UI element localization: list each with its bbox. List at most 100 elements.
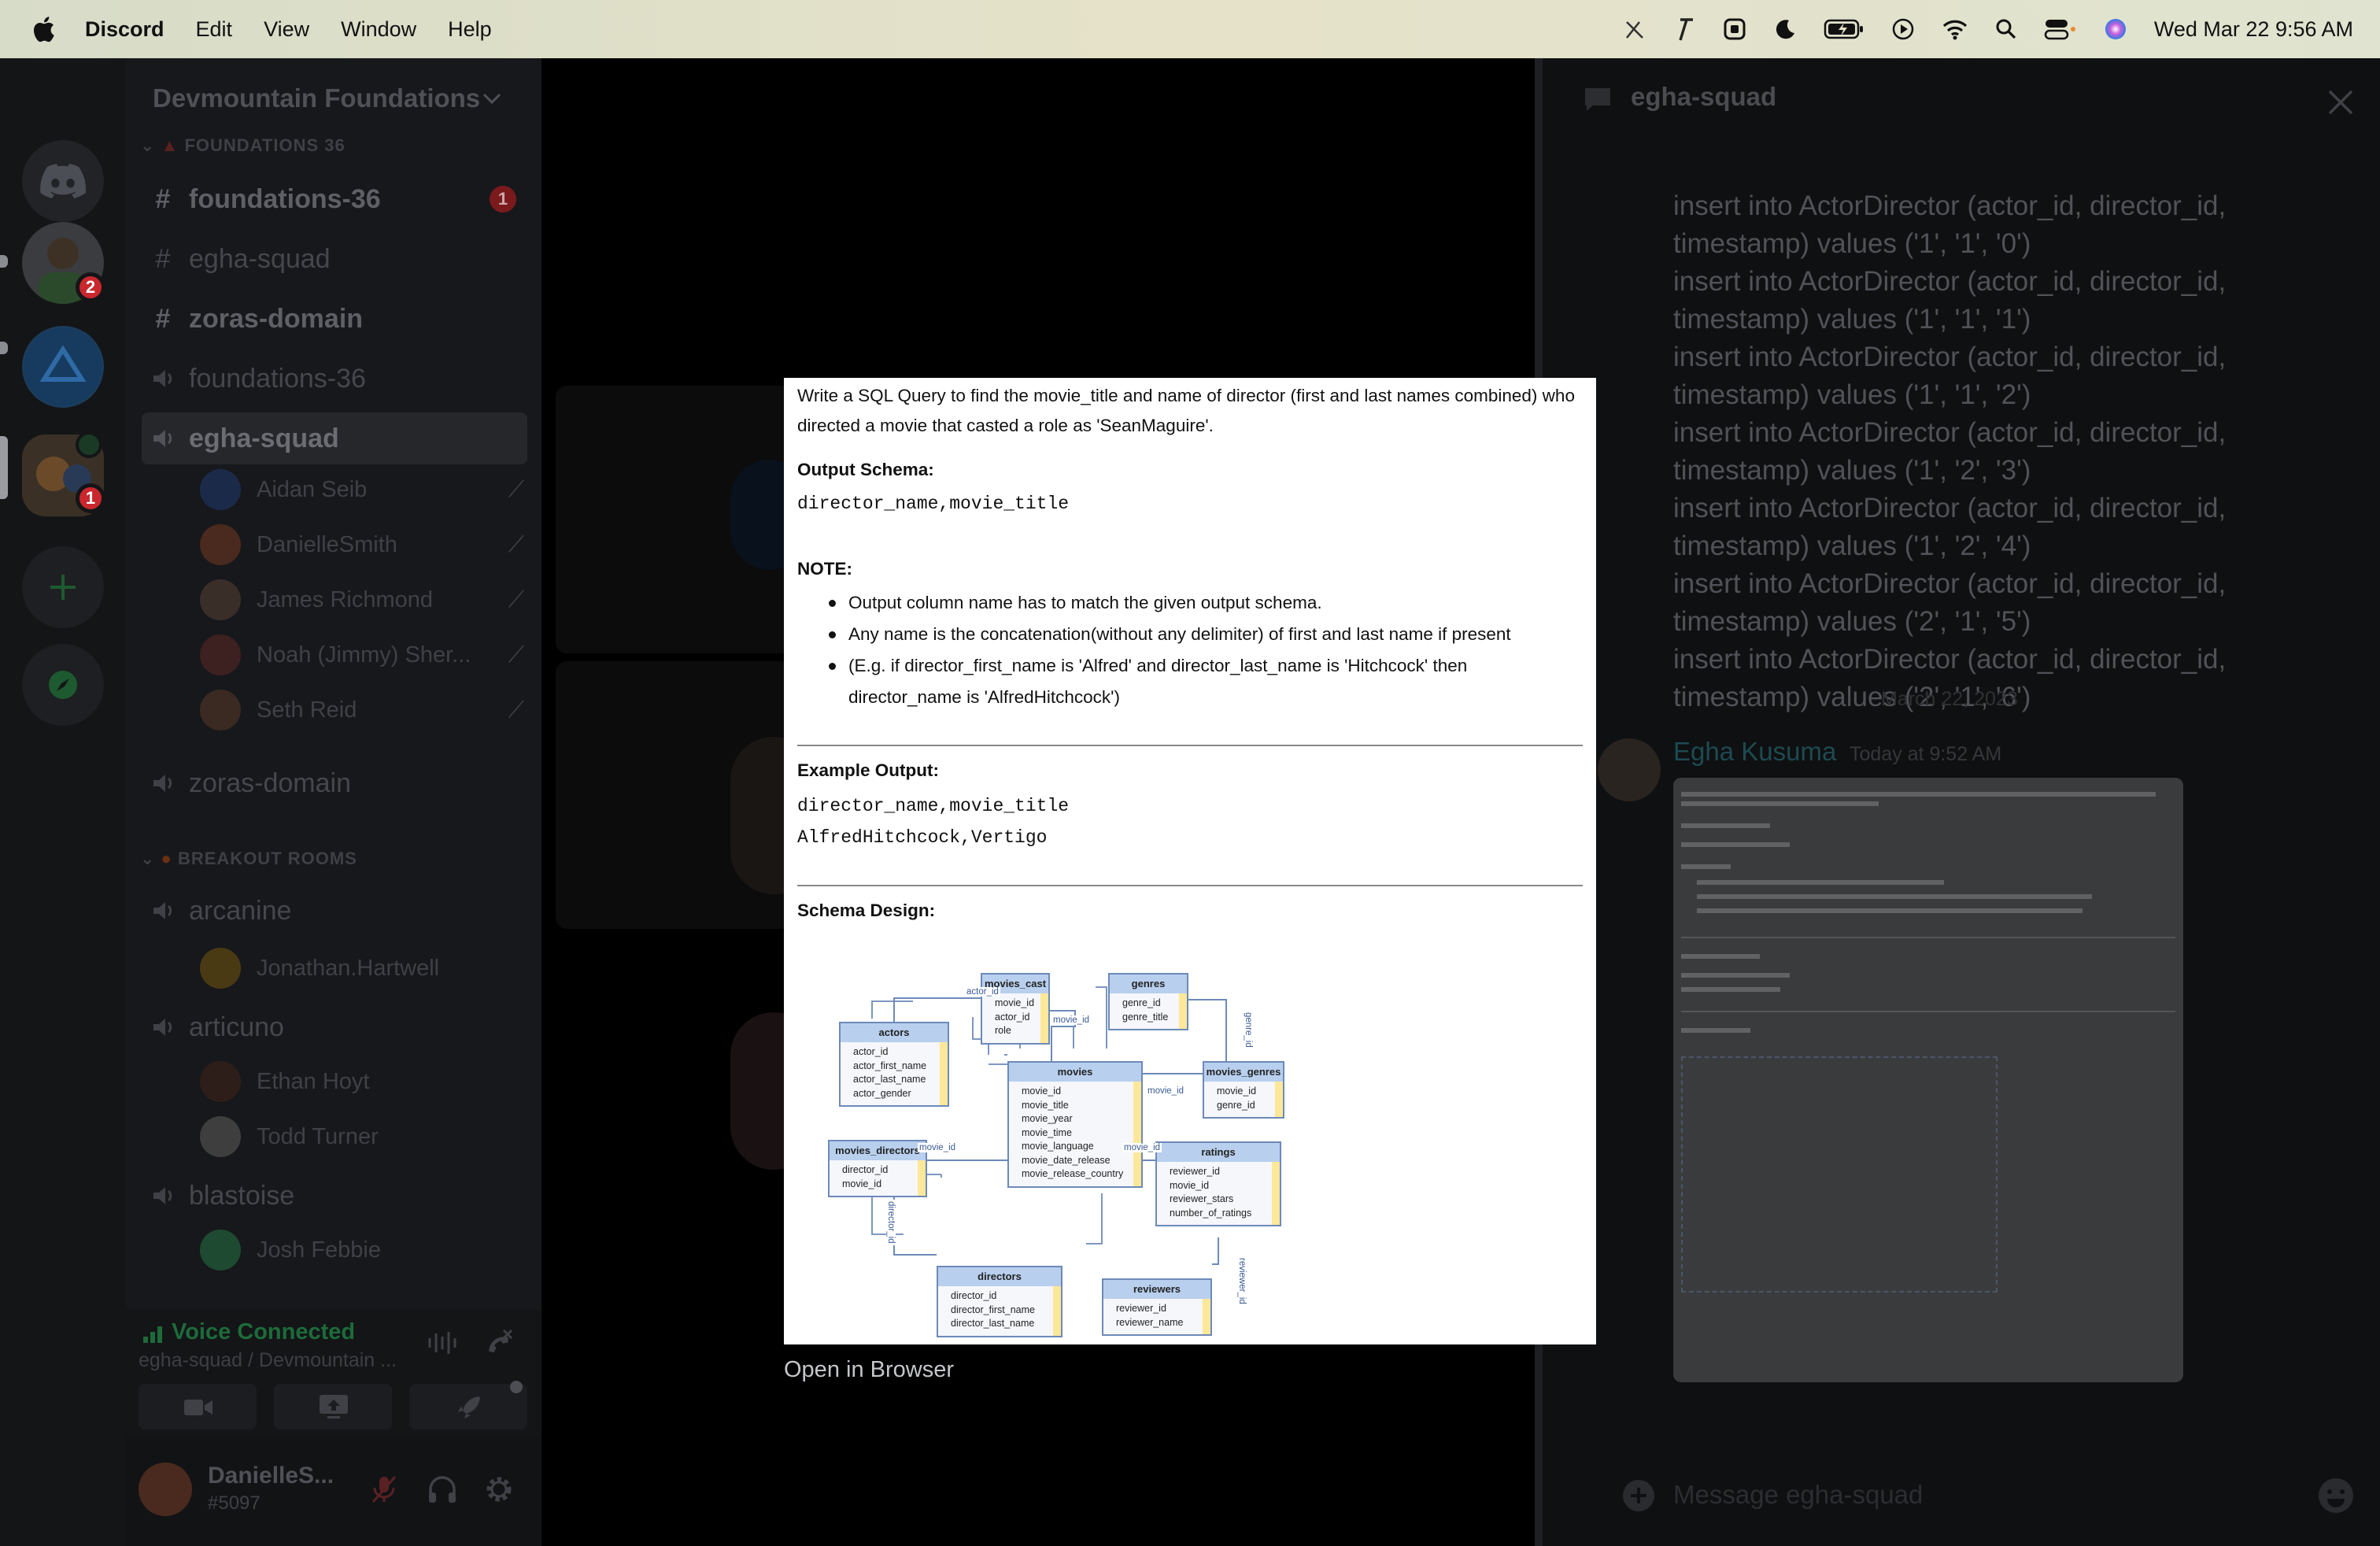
category-foundations[interactable]: ⌄ ▲ FOUNDATIONS 36 — [140, 135, 346, 156]
schema-table-title: directors — [938, 1267, 1061, 1286]
settings-gear-icon[interactable] — [483, 1474, 515, 1505]
schema-field: director_id — [842, 1164, 889, 1175]
voice-user[interactable]: Todd Turner — [200, 1113, 530, 1160]
speaker-icon — [142, 427, 184, 449]
hash-icon: # — [155, 243, 171, 274]
schema-field: movie_id — [1170, 1179, 1210, 1191]
disconnect-icon[interactable] — [480, 1326, 515, 1357]
schema-table-title: movies_genres — [1204, 1063, 1283, 1082]
menu-window[interactable]: Window — [341, 17, 416, 42]
open-in-browser-link[interactable]: Open in Browser — [784, 1357, 954, 1383]
channel-zoras-domain[interactable]: # zoras-domain — [142, 293, 527, 345]
image-attachment-thumbnail[interactable] — [1673, 778, 2183, 1382]
do-not-disturb-icon[interactable] — [1773, 17, 1797, 41]
mute-icon: ⟋ — [508, 531, 524, 557]
example-output-line: director_name,movie_title — [797, 796, 1070, 816]
category-breakout-rooms[interactable]: ⌄ ● BREAKOUT ROOMS — [140, 849, 357, 869]
channel-title: egha-squad — [1631, 82, 1777, 111]
siri-icon[interactable] — [2104, 17, 2127, 41]
schema-field: genre_id — [1122, 997, 1161, 1008]
noise-suppression-icon[interactable] — [427, 1329, 458, 1357]
voice-channel-zoras-domain[interactable]: zoras-domain — [142, 757, 527, 809]
control-center-icon[interactable] — [2044, 17, 2077, 41]
schema-field: movie_year — [1022, 1113, 1073, 1124]
channel-foundations-36[interactable]: # foundations-36 1 — [142, 173, 527, 225]
schema-field: actor_id — [995, 1011, 1030, 1023]
user-name: Jonathan.Hartwell — [257, 955, 440, 981]
speaker-icon — [142, 772, 184, 794]
menu-app-name[interactable]: Discord — [85, 17, 164, 42]
voice-channel-arcanine[interactable]: arcanine — [142, 885, 527, 937]
emoji-icon[interactable] — [2317, 1477, 2355, 1515]
menu-edit[interactable]: Edit — [196, 17, 233, 42]
close-icon[interactable] — [2326, 88, 2355, 117]
schema-field: reviewer_id — [1170, 1166, 1220, 1177]
voice-user[interactable]: Ethan Hoyt — [200, 1058, 530, 1105]
mute-icon: ⟋ — [508, 476, 524, 502]
voice-user[interactable]: DanielleSmith ⟋ — [200, 521, 530, 568]
schema-field: director_first_name — [951, 1304, 1035, 1315]
voice-user[interactable]: Josh Febbie — [200, 1226, 530, 1274]
channel-egha-squad[interactable]: # egha-squad — [142, 233, 527, 285]
message-input[interactable]: Message egha-squad — [1673, 1480, 1923, 1510]
schema-field: movie_id — [995, 997, 1035, 1008]
hash-icon: # — [155, 303, 171, 334]
voice-user[interactable]: Noah (Jimmy) Sher... ⟋ — [200, 631, 530, 679]
camera-button[interactable] — [139, 1384, 257, 1429]
spotlight-search-icon[interactable] — [1995, 18, 2017, 40]
speaker-icon — [142, 1185, 184, 1207]
schema-field: role — [995, 1025, 1011, 1036]
channel-label: foundations-36 — [189, 363, 366, 394]
voice-channel-foundations-36[interactable]: foundations-36 — [142, 353, 527, 405]
code-line: timestamp) values ('1', '1', '0') — [1673, 228, 2031, 259]
voice-channel-articuno[interactable]: articuno — [142, 1001, 527, 1053]
avatar[interactable] — [139, 1463, 192, 1516]
wifi-icon[interactable] — [1942, 18, 1968, 40]
screen-record-icon[interactable] — [1723, 17, 1746, 41]
server-name[interactable]: Devmountain Foundations — [153, 83, 480, 113]
voice-channel-egha-squad[interactable]: egha-squad — [142, 412, 527, 464]
voice-connected-label[interactable]: Voice Connected — [172, 1319, 355, 1345]
voice-location[interactable]: egha-squad / Devmountain ... — [139, 1349, 397, 1372]
apple-menu-icon[interactable] — [31, 16, 55, 43]
add-server-button[interactable] — [22, 546, 104, 628]
schema-field: genre_title — [1122, 1011, 1169, 1023]
menu-view[interactable]: View — [264, 17, 309, 42]
voice-channel-blastoise[interactable]: blastoise — [142, 1170, 527, 1222]
server-icon-devmountain[interactable] — [22, 326, 104, 408]
schema-table-directors: directors director_id director_first_named… — [937, 1266, 1062, 1337]
headphones-icon[interactable] — [427, 1474, 458, 1505]
code-line: timestamp) values ('1', '2', '4') — [1673, 531, 2031, 561]
channel-label: arcanine — [189, 895, 292, 926]
menu-help[interactable]: Help — [448, 17, 492, 42]
code-line: insert into ActorDirector (actor_id, dir… — [1673, 493, 2227, 523]
schema-field: director_id — [951, 1290, 997, 1301]
typing-icon[interactable] — [1672, 17, 1696, 42]
play-icon[interactable] — [1891, 17, 1915, 41]
menubar-clock[interactable]: Wed Mar 22 9:56 AM — [2154, 17, 2353, 42]
share-screen-button[interactable] — [274, 1384, 392, 1429]
pen-slash-icon[interactable] — [1622, 17, 1646, 41]
avatar — [200, 469, 241, 510]
microphone-muted-icon[interactable] — [370, 1474, 398, 1505]
add-attachment-icon[interactable] — [1621, 1478, 1656, 1513]
message-composer[interactable]: Message egha-squad — [1574, 1467, 2361, 1522]
home-button[interactable] — [22, 140, 104, 222]
avatar[interactable] — [1598, 738, 1661, 801]
chevron-down-icon[interactable] — [482, 91, 502, 105]
message-author[interactable]: Egha Kusuma — [1673, 737, 1836, 767]
voice-user[interactable]: Jonathan.Hartwell — [200, 945, 530, 992]
activity-button[interactable] — [409, 1384, 527, 1429]
current-user-name[interactable]: DanielleS... — [208, 1463, 334, 1489]
voice-user[interactable]: James Richmond ⟋ — [200, 576, 530, 623]
code-line: insert into ActorDirector (actor_id, dir… — [1673, 644, 2227, 675]
unread-badge: 1 — [490, 186, 516, 213]
explore-servers-button[interactable] — [22, 644, 104, 726]
voice-user[interactable]: Aidan Seib ⟋ — [200, 466, 530, 513]
battery-icon[interactable] — [1824, 18, 1864, 40]
speaker-icon — [142, 900, 184, 922]
user-name: James Richmond — [257, 586, 434, 612]
voice-user[interactable]: Seth Reid ⟋ — [200, 686, 530, 734]
schema-field: director_last_name — [951, 1318, 1035, 1329]
channel-chat-panel: egha-squad insert into ActorDirector (ac… — [1543, 58, 2380, 1546]
